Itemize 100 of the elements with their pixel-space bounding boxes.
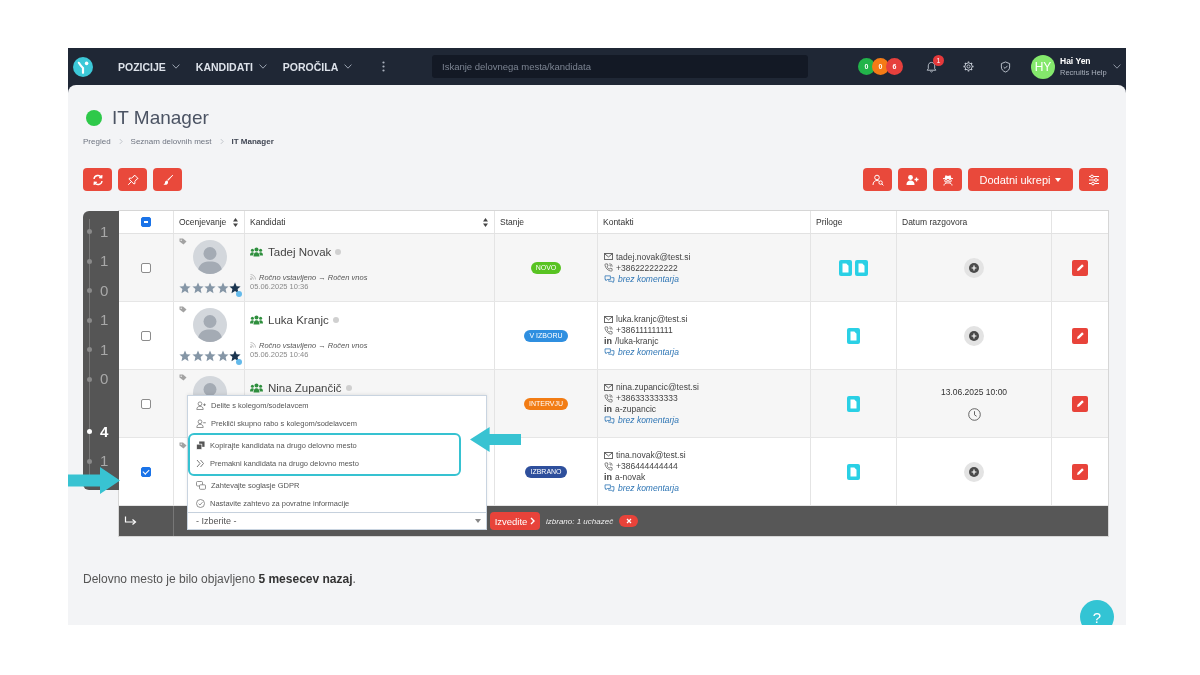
add-interview-button[interactable]	[964, 461, 984, 482]
sliders-button[interactable]	[1079, 168, 1108, 191]
pin-button[interactable]	[118, 168, 147, 191]
logo-icon[interactable]	[73, 56, 93, 77]
star-icon[interactable]	[191, 282, 204, 294]
mail-icon	[604, 383, 613, 391]
counter-number[interactable]: 0	[100, 373, 109, 386]
badge-dot-icon	[236, 359, 242, 365]
caret-icon	[1055, 177, 1062, 182]
linkedin-handle: a-novak	[615, 472, 646, 482]
step-dot-icon	[87, 317, 92, 323]
star-icon[interactable]	[204, 350, 216, 362]
run-button[interactable]: Izvedite	[490, 512, 540, 530]
nav-menu-item[interactable]: POZICIJE	[118, 60, 180, 73]
rss-icon	[250, 274, 256, 280]
user-search-button[interactable]	[863, 168, 892, 191]
more-icon[interactable]	[382, 61, 386, 72]
phone-icon	[604, 393, 613, 403]
counter-number[interactable]: 1	[100, 255, 109, 268]
bell-icon[interactable]	[926, 60, 937, 73]
phone-icon	[604, 263, 613, 272]
user-search-icon	[871, 173, 884, 186]
column-header: Priloge	[811, 211, 897, 233]
comment-link[interactable]: brez komentarja	[618, 347, 679, 357]
circle-check-icon	[196, 499, 205, 509]
brush-button[interactable]	[153, 168, 182, 191]
email-text: tina.novak@test.si	[616, 450, 686, 460]
nav-menu-item[interactable]: POROČILA	[282, 60, 353, 73]
star-icon[interactable]	[179, 282, 191, 294]
copy-icon	[196, 440, 205, 450]
chevron-right-icon	[530, 517, 536, 525]
email-text: tadej.novak@test.si	[616, 251, 691, 262]
step-dot-icon	[87, 376, 92, 382]
comment-link[interactable]: brez komentarja	[618, 415, 679, 425]
step-dot-icon	[87, 429, 92, 435]
callout-arrow	[68, 467, 120, 494]
comments-icon	[604, 348, 615, 356]
counter-number[interactable]: 0	[100, 284, 109, 297]
row-checkbox[interactable]	[141, 466, 151, 477]
edit-button[interactable]	[1072, 259, 1088, 276]
counter-number[interactable]: 1	[100, 225, 109, 238]
edit-button[interactable]	[1072, 463, 1088, 480]
linkedin-handle: /luka-kranjc	[615, 336, 659, 346]
counter-number[interactable]: 4	[100, 425, 109, 438]
candidate-name[interactable]: Nina Zupančič	[268, 382, 342, 394]
linkedin-label: in	[604, 472, 612, 482]
tag-icon	[179, 374, 187, 381]
chevron-down-icon	[1113, 64, 1121, 69]
more-actions-button[interactable]: Dodatni ukrepi	[968, 168, 1073, 191]
pencil-icon	[1075, 399, 1085, 408]
refresh-button[interactable]	[83, 168, 112, 191]
tag-icon	[179, 306, 187, 313]
breadcrumb-link[interactable]: Pregled	[83, 136, 111, 146]
clock-icon[interactable]	[967, 407, 981, 421]
action-select[interactable]: - Izberite -	[187, 512, 487, 530]
add-interview-button[interactable]	[964, 325, 984, 346]
user-plus-icon	[906, 173, 919, 186]
star-icon[interactable]	[191, 350, 204, 362]
row-checkbox[interactable]	[141, 330, 151, 341]
column-header[interactable]: Kandidati	[245, 211, 495, 233]
add-interview-button[interactable]	[964, 257, 984, 278]
counter-number[interactable]: 1	[100, 343, 109, 356]
star-icon[interactable]	[229, 350, 241, 362]
star-icon[interactable]	[204, 282, 216, 294]
clear-selection-button[interactable]	[619, 515, 639, 527]
spy-button[interactable]	[933, 168, 962, 191]
nav-menu-item[interactable]: KANDIDATI	[195, 60, 267, 73]
star-icon[interactable]	[179, 350, 191, 362]
linkedin-label: in	[604, 404, 612, 414]
edit-button[interactable]	[1072, 327, 1088, 344]
select-all-checkbox[interactable]	[141, 217, 151, 227]
search-field[interactable]: Iskanje delovnega mesta/kandidata	[432, 55, 808, 78]
row-checkbox[interactable]	[141, 262, 151, 273]
comment-link[interactable]: brez komentarja	[618, 483, 679, 493]
chevron-right-icon	[118, 137, 123, 145]
add-user-button[interactable]	[898, 168, 927, 191]
comment-link[interactable]: brez komentarja	[618, 273, 679, 284]
counter-number[interactable]: 1	[100, 455, 109, 468]
mail-icon	[604, 253, 613, 260]
counter-number[interactable]: 1	[100, 314, 109, 327]
column-header[interactable]: Ocenjevanje	[174, 211, 245, 233]
column-header: Datum razgovora	[897, 211, 1052, 233]
user-name: Hai Yen	[1060, 56, 1092, 66]
step-dot-icon	[87, 458, 92, 464]
star-icon[interactable]	[216, 282, 229, 294]
candidate-name[interactable]: Luka Kranjc	[268, 314, 329, 326]
sort-icon[interactable]	[233, 217, 238, 227]
brush-icon	[161, 173, 174, 186]
row-checkbox[interactable]	[141, 398, 151, 409]
candidate-name[interactable]: Tadej Novak	[268, 246, 332, 258]
star-icon[interactable]	[216, 350, 229, 362]
edit-button[interactable]	[1072, 395, 1088, 412]
shield-check-icon[interactable]	[1000, 60, 1011, 73]
settings-icon[interactable]	[963, 61, 974, 72]
sort-icon[interactable]	[483, 217, 488, 227]
breadcrumb-link[interactable]: IT Manager	[231, 136, 274, 146]
breadcrumb-link[interactable]: Seznam delovnih mest	[130, 136, 212, 146]
plus-icon	[969, 262, 979, 273]
step-dot-icon	[87, 347, 92, 353]
star-icon[interactable]	[229, 282, 241, 294]
